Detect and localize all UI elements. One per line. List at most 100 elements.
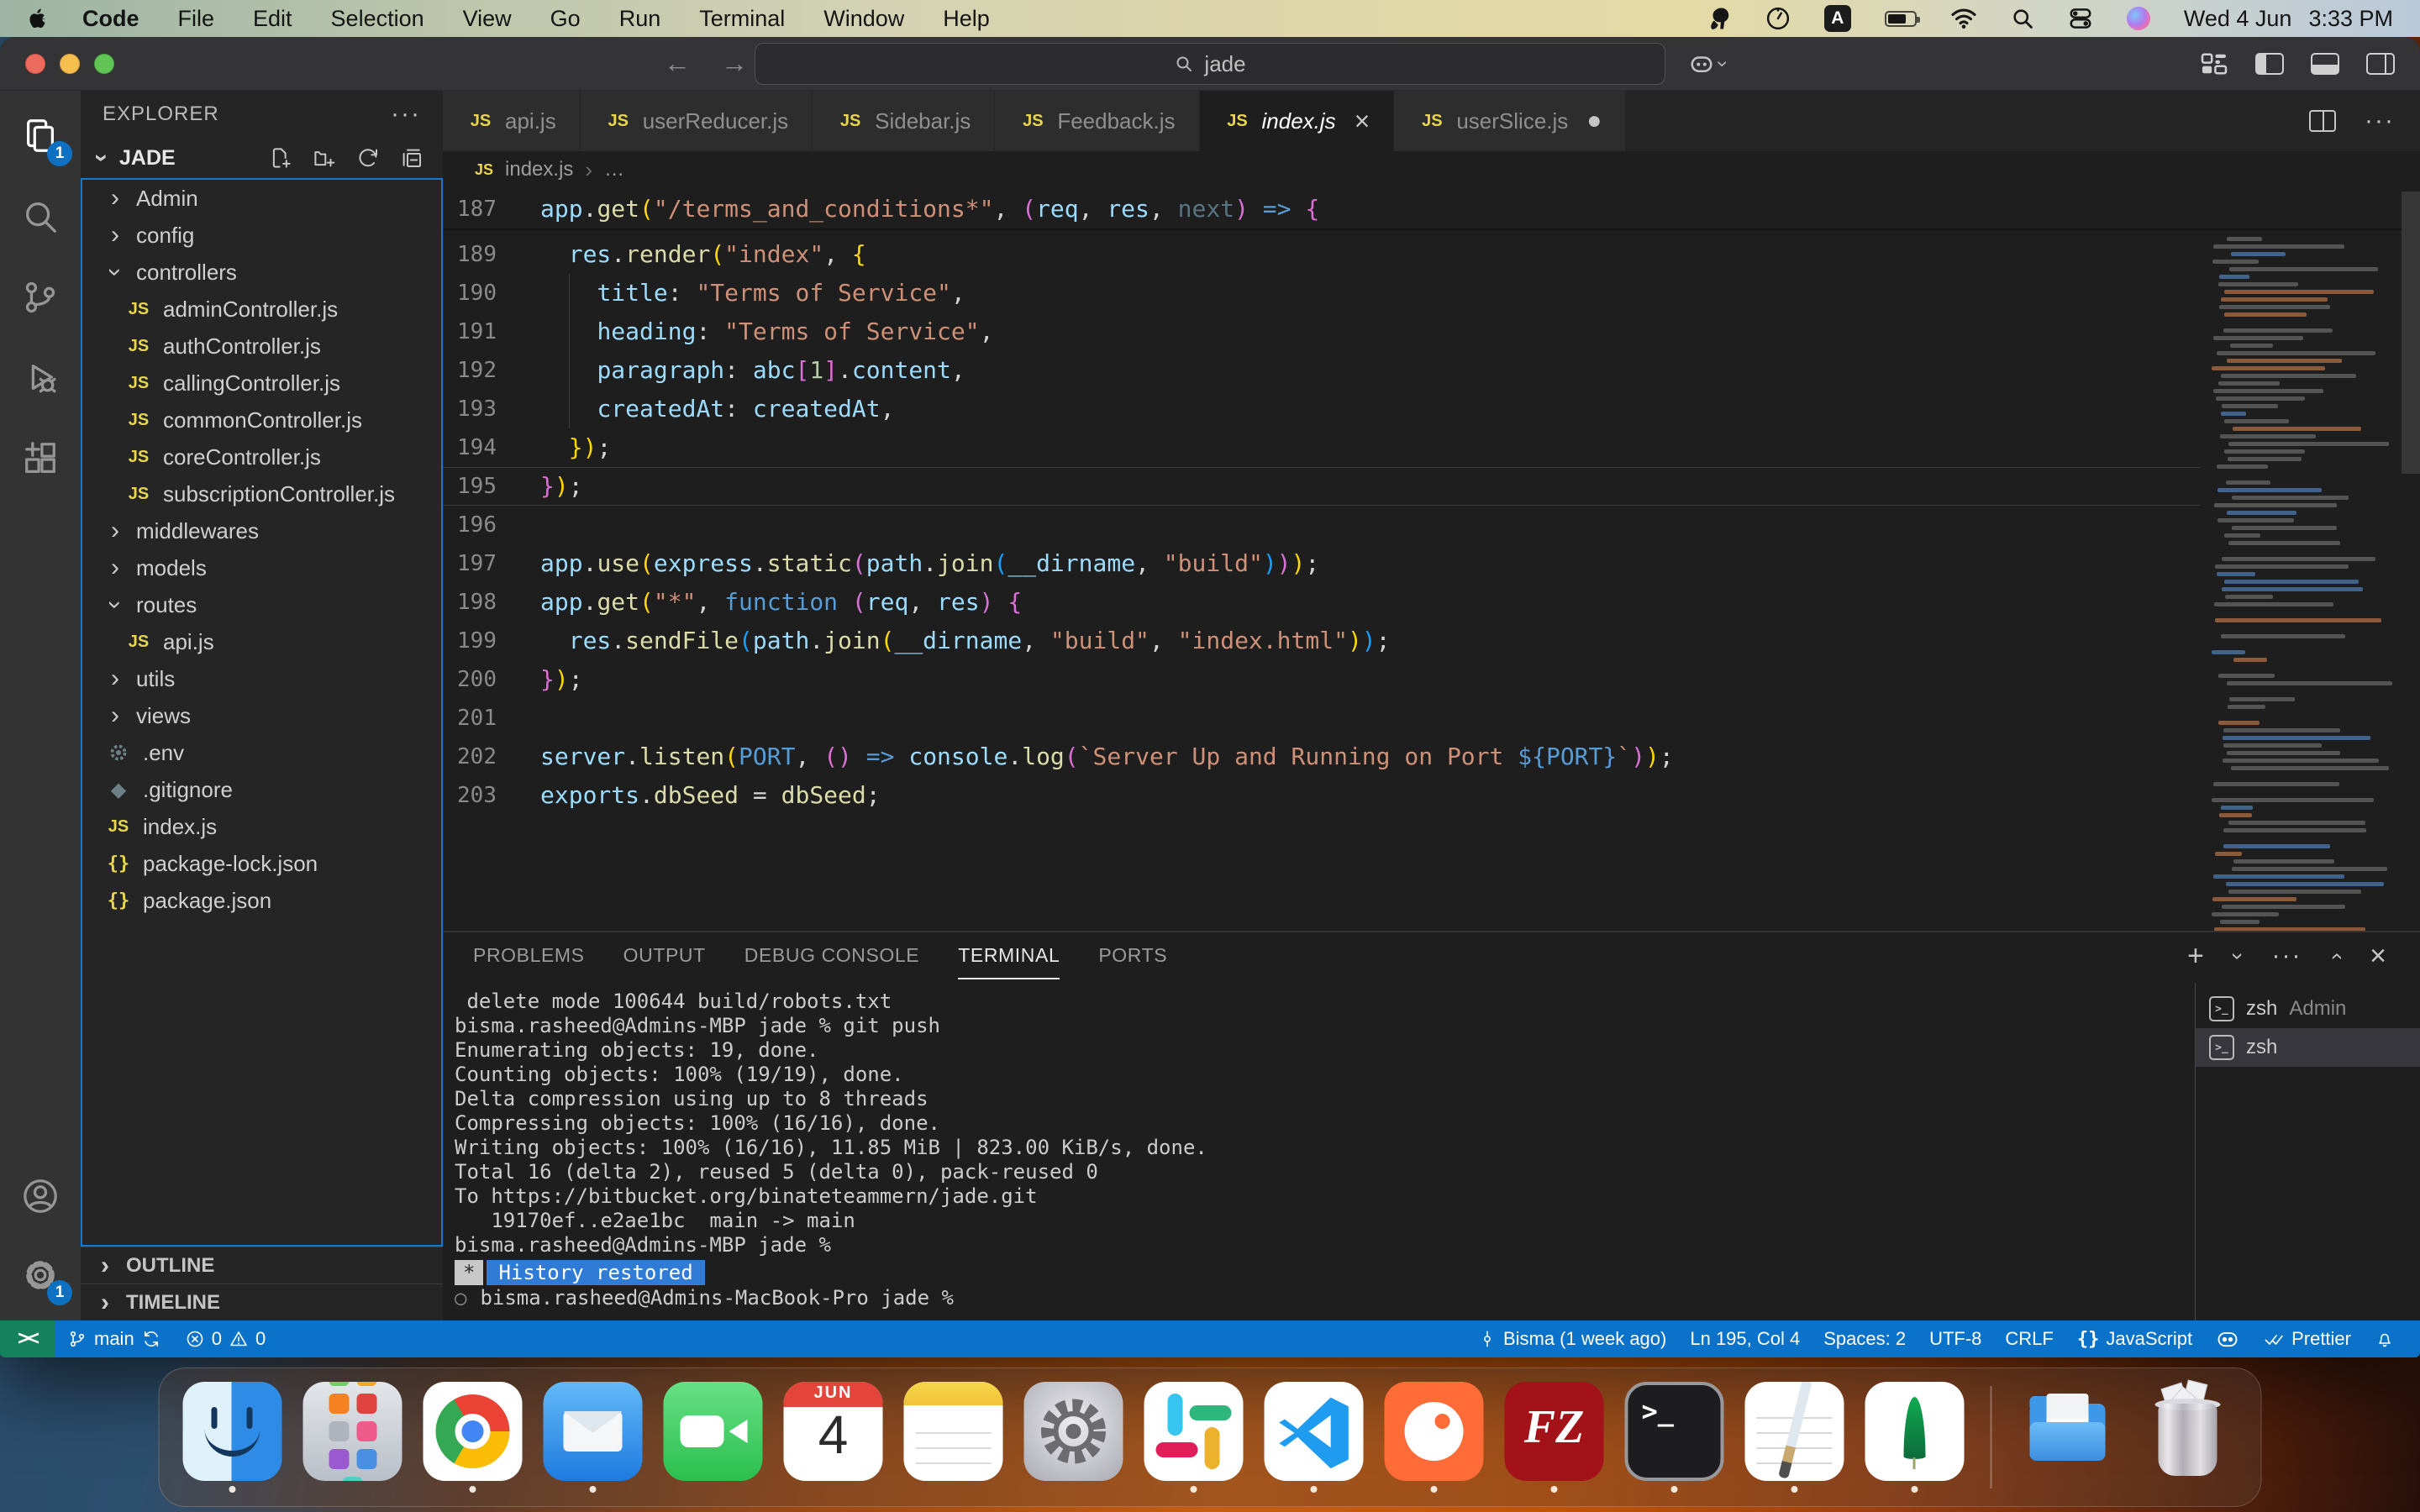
trash-app-icon[interactable] bbox=[2139, 1382, 2238, 1481]
vscode-app-icon[interactable] bbox=[1265, 1382, 1364, 1481]
facetime-app-icon[interactable] bbox=[664, 1382, 763, 1481]
code-line-196[interactable]: 196 bbox=[443, 506, 2200, 544]
dock-facetime[interactable] bbox=[664, 1382, 763, 1493]
panel-tab-output[interactable]: OUTPUT bbox=[623, 932, 706, 979]
code-line-191[interactable]: 191 heading: "Terms of Service", bbox=[443, 312, 2200, 351]
minimap[interactable] bbox=[2200, 188, 2402, 885]
settings-gear-icon[interactable]: 1 bbox=[15, 1250, 66, 1300]
customize-layout-icon[interactable] bbox=[2200, 52, 2228, 76]
git-blame-item[interactable]: Bisma (1 week ago) bbox=[1466, 1320, 1678, 1357]
dock-vscode[interactable] bbox=[1265, 1382, 1364, 1493]
toggle-sidebar-icon[interactable] bbox=[2255, 53, 2284, 75]
mail-app-icon[interactable] bbox=[544, 1382, 643, 1481]
collapse-all-icon[interactable] bbox=[399, 145, 424, 171]
new-folder-icon[interactable] bbox=[312, 145, 337, 171]
eol-sequence[interactable]: CRLF bbox=[1993, 1320, 2065, 1357]
tree-item-package.json[interactable]: {}package.json bbox=[82, 882, 441, 919]
code-line-198[interactable]: 198app.get("*", function (req, res) { bbox=[443, 583, 2200, 622]
code-line-200[interactable]: 200}); bbox=[443, 660, 2200, 699]
tab-userSlice.js[interactable]: JSuserSlice.js● bbox=[1394, 91, 1626, 151]
timeline-section[interactable]: › TIMELINE bbox=[81, 1284, 443, 1320]
problems-item[interactable]: 0 0 bbox=[173, 1320, 278, 1357]
dock-filezilla[interactable]: FZ bbox=[1505, 1382, 1604, 1493]
git-branch-item[interactable]: main bbox=[55, 1320, 173, 1357]
more-actions-icon[interactable]: ··· bbox=[391, 100, 421, 129]
new-terminal-icon[interactable]: + bbox=[2187, 940, 2204, 973]
notes-app-icon[interactable] bbox=[904, 1382, 1003, 1481]
tree-item-callingController.js[interactable]: JScallingController.js bbox=[82, 365, 441, 402]
terminal-dropdown-icon[interactable]: › bbox=[2225, 953, 2251, 960]
tab-Sidebar.js[interactable]: JSSidebar.js bbox=[813, 91, 995, 151]
tree-item-routes[interactable]: ›routes bbox=[82, 586, 441, 623]
close-window-button[interactable] bbox=[25, 54, 45, 74]
dock-calendar[interactable]: JUN4 bbox=[784, 1382, 883, 1493]
copilot-status[interactable] bbox=[2204, 1320, 2251, 1357]
search-view-icon[interactable] bbox=[15, 192, 66, 242]
terminal-output[interactable]: delete mode 100644 build/robots.txtbisma… bbox=[443, 979, 2420, 1320]
tree-item-.gitignore[interactable]: ◆.gitignore bbox=[82, 771, 441, 808]
dock-chrome[interactable] bbox=[424, 1382, 523, 1493]
copilot-menu[interactable]: › bbox=[1689, 52, 1726, 76]
scrollbar-slider[interactable] bbox=[2402, 192, 2420, 474]
code-line-190[interactable]: 190 title: "Terms of Service", bbox=[443, 274, 2200, 312]
filezilla-app-icon[interactable]: FZ bbox=[1505, 1382, 1604, 1481]
file-tree[interactable]: ›Admin›config›controllersJSadminControll… bbox=[81, 178, 443, 1247]
close-panel-icon[interactable]: × bbox=[2370, 940, 2386, 973]
more-actions-icon[interactable]: ··· bbox=[2271, 942, 2302, 970]
dock-mongodb[interactable] bbox=[1865, 1382, 1965, 1493]
project-section-header[interactable]: › JADE bbox=[81, 138, 443, 178]
breadcrumb[interactable]: JS index.js › … bbox=[443, 151, 2420, 188]
terminal-instance-zsh-Admin[interactable]: >_zshAdmin bbox=[2196, 990, 2420, 1028]
refresh-icon[interactable] bbox=[355, 145, 381, 171]
menu-item-edit[interactable]: Edit bbox=[253, 6, 292, 32]
tree-item-commonController.js[interactable]: JScommonController.js bbox=[82, 402, 441, 438]
menu-item-window[interactable]: Window bbox=[823, 6, 904, 32]
code-lines[interactable]: 189 res.render("index", {190 title: "Ter… bbox=[443, 235, 2200, 931]
forward-icon[interactable]: → bbox=[721, 48, 748, 79]
menu-bar-clock[interactable]: Wed 4 Jun 3:33 PM bbox=[2184, 6, 2393, 32]
code-line-192[interactable]: 192 paragraph: abc[1].content, bbox=[443, 351, 2200, 390]
panel-tab-problems[interactable]: PROBLEMS bbox=[473, 932, 585, 979]
code-line-189[interactable]: 189 res.render("index", { bbox=[443, 235, 2200, 274]
minimize-window-button[interactable] bbox=[60, 54, 80, 74]
maximize-panel-icon[interactable]: › bbox=[2323, 953, 2349, 960]
dock-launchpad[interactable] bbox=[303, 1382, 402, 1493]
launchpad-app-icon[interactable] bbox=[303, 1382, 402, 1481]
notifications[interactable] bbox=[2363, 1320, 2407, 1357]
dock-postman[interactable] bbox=[1385, 1382, 1484, 1493]
tree-item-views[interactable]: ›views bbox=[82, 697, 441, 734]
formatter-status[interactable]: Prettier bbox=[2251, 1320, 2363, 1357]
code-line-202[interactable]: 202server.listen(PORT, () => console.log… bbox=[443, 738, 2200, 776]
dock-slack[interactable] bbox=[1144, 1382, 1244, 1493]
wifi-icon[interactable] bbox=[1950, 8, 1977, 29]
tab-index.js[interactable]: JSindex.js× bbox=[1200, 91, 1395, 151]
timer-gauge-icon[interactable] bbox=[1765, 6, 1791, 31]
menu-item-selection[interactable]: Selection bbox=[331, 6, 424, 32]
code-line-195[interactable]: 195}); bbox=[443, 467, 2200, 506]
terminal-instance-zsh-1[interactable]: >_zsh bbox=[2196, 1028, 2420, 1067]
sticky-code-line[interactable]: 187app.get("/terms_and_conditions*", (re… bbox=[443, 190, 1319, 228]
tree-item-authController.js[interactable]: JSauthController.js bbox=[82, 328, 441, 365]
code-line-193[interactable]: 193 createdAt: createdAt, bbox=[443, 390, 2200, 428]
mongodb-app-icon[interactable] bbox=[1865, 1382, 1965, 1481]
menu-item-file[interactable]: File bbox=[178, 6, 215, 32]
menu-item-terminal[interactable]: Terminal bbox=[699, 6, 785, 32]
code-line-203[interactable]: 203exports.dbSeed = dbSeed; bbox=[443, 776, 2200, 815]
menu-item-view[interactable]: View bbox=[463, 6, 512, 32]
source-control-view-icon[interactable] bbox=[15, 272, 66, 323]
new-file-icon[interactable] bbox=[268, 145, 293, 171]
tree-item-models[interactable]: ›models bbox=[82, 549, 441, 586]
indentation[interactable]: Spaces: 2 bbox=[1812, 1320, 1918, 1357]
settings-app-icon[interactable] bbox=[1024, 1382, 1123, 1481]
dock-mail[interactable] bbox=[544, 1382, 643, 1493]
tree-item-subscriptionController.js[interactable]: JSsubscriptionController.js bbox=[82, 475, 441, 512]
code-line-201[interactable]: 201 bbox=[443, 699, 2200, 738]
outline-section[interactable]: › OUTLINE bbox=[81, 1247, 443, 1284]
tree-item-index.js[interactable]: JSindex.js bbox=[82, 808, 441, 845]
dock-textedit[interactable] bbox=[1745, 1382, 1844, 1493]
tab-userReducer.js[interactable]: JSuserReducer.js bbox=[581, 91, 813, 151]
command-center-search[interactable]: jade bbox=[755, 43, 1665, 85]
tab-api.js[interactable]: JSapi.js bbox=[443, 91, 581, 151]
downloads-app-icon[interactable] bbox=[2018, 1382, 2118, 1481]
encoding[interactable]: UTF-8 bbox=[1918, 1320, 1993, 1357]
